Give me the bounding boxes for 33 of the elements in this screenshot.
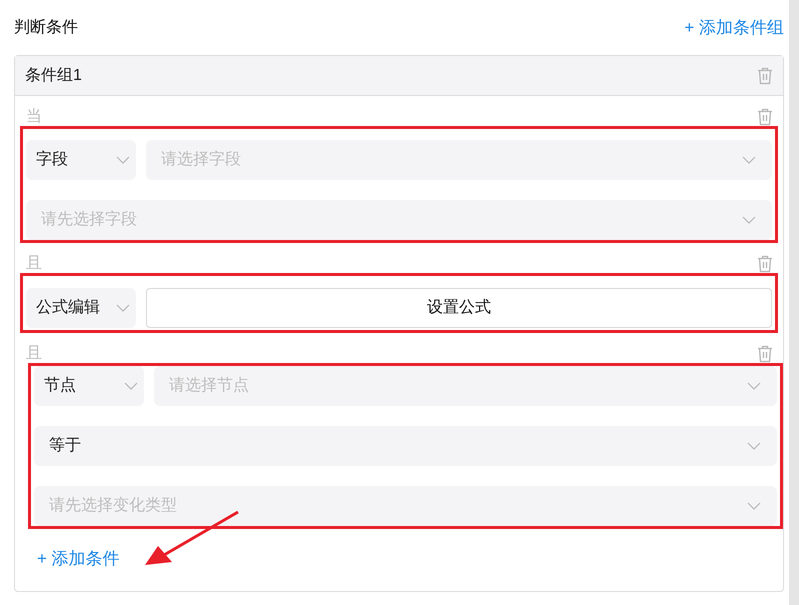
connector-label: 且 [26,344,42,364]
select-placeholder: 请先选择变化类型 [49,496,177,516]
trash-icon[interactable] [757,345,773,363]
select-value: 字段 [36,150,68,170]
connector-label: 且 [26,254,42,274]
trash-icon[interactable] [757,108,773,126]
select-value: 节点 [44,376,76,396]
chevron-down-icon [124,382,138,390]
select-value: 公式编辑 [36,298,100,318]
select-value: 等于 [49,436,81,456]
group-title: 条件组1 [25,66,82,86]
trash-icon[interactable] [757,66,773,84]
chevron-down-icon [116,304,130,312]
select-placeholder: 请选择节点 [169,376,249,396]
chevron-down-icon [747,442,761,450]
type-select[interactable]: 字段 [26,140,136,180]
add-condition-link[interactable]: + 添加条件 [37,546,120,572]
scrollbar[interactable] [789,0,799,605]
type-select[interactable]: 节点 [34,366,144,406]
type-select[interactable]: 公式编辑 [26,288,136,328]
select-placeholder: 请选择字段 [161,150,241,170]
add-group-link[interactable]: + 添加条件组 [684,14,784,40]
chevron-down-icon [116,156,130,164]
chevron-down-icon [742,216,756,224]
chevron-down-icon [742,156,756,164]
connector-label: 当 [26,107,42,127]
set-formula-button[interactable]: 设置公式 [146,288,772,328]
chevron-down-icon [747,502,761,510]
section-title: 判断条件 [14,18,78,38]
chevron-down-icon [747,382,761,390]
trash-icon[interactable] [757,255,773,273]
select-placeholder: 请先选择字段 [41,210,137,230]
select-field[interactable]: 等于 [34,426,777,466]
